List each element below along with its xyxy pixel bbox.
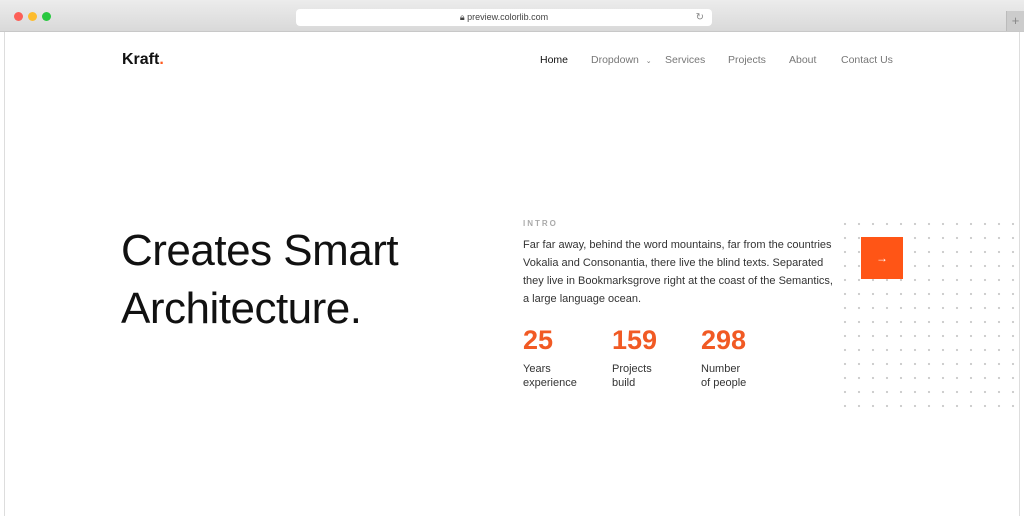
stat-label: Projects bbox=[612, 363, 652, 375]
stat-years: 25 Years experience bbox=[523, 325, 577, 390]
stat-label: Years bbox=[523, 363, 551, 375]
nav-about[interactable]: About bbox=[789, 54, 816, 66]
nav-dropdown-label: Dropdown bbox=[591, 54, 639, 66]
logo[interactable]: Kraft. bbox=[122, 51, 164, 69]
hero-line-2: Architecture. bbox=[121, 284, 362, 333]
nav-contact[interactable]: Contact Us bbox=[841, 54, 893, 66]
minimize-window-button[interactable] bbox=[28, 12, 37, 21]
stat-projects: 159 Projects build bbox=[612, 325, 657, 390]
maximize-window-button[interactable] bbox=[42, 12, 51, 21]
cta-arrow-button[interactable]: → bbox=[861, 237, 903, 279]
nav-home[interactable]: Home bbox=[540, 54, 568, 66]
intro-text: Far far away, behind the word mountains,… bbox=[523, 239, 833, 305]
address-bar[interactable]: 🔒︎ preview.colorlib.com ↻ bbox=[296, 9, 712, 26]
stat-label: experience bbox=[523, 377, 577, 389]
chevron-down-icon: ⌄ bbox=[645, 58, 652, 65]
stat-label: build bbox=[612, 377, 636, 389]
browser-toolbar: 🔒︎ preview.colorlib.com ↻ + bbox=[0, 0, 1024, 32]
reload-icon[interactable]: ↻ bbox=[696, 9, 704, 26]
stat-label: of people bbox=[701, 377, 747, 389]
url-text: preview.colorlib.com bbox=[467, 12, 549, 22]
new-tab-button[interactable]: + bbox=[1006, 11, 1024, 31]
stat-people: 298 Number of people bbox=[701, 325, 746, 390]
intro-label: INTRO bbox=[523, 219, 558, 228]
hero-title: Creates Smart Architecture. bbox=[121, 222, 399, 338]
logo-dot: . bbox=[159, 51, 164, 68]
stat-value: 298 bbox=[701, 325, 747, 355]
stat-value: 25 bbox=[523, 325, 554, 355]
logo-text: Kraft bbox=[122, 51, 160, 68]
stat-label: Number bbox=[701, 363, 741, 375]
nav-services[interactable]: Services bbox=[665, 54, 705, 66]
stat-value: 159 bbox=[612, 325, 658, 355]
arrow-right-icon: → bbox=[876, 251, 888, 265]
nav-dropdown[interactable]: Dropdown ⌄ bbox=[591, 54, 652, 66]
nav-projects[interactable]: Projects bbox=[728, 54, 766, 66]
hero-line-1: Creates Smart bbox=[121, 226, 399, 275]
close-window-button[interactable] bbox=[14, 12, 23, 21]
